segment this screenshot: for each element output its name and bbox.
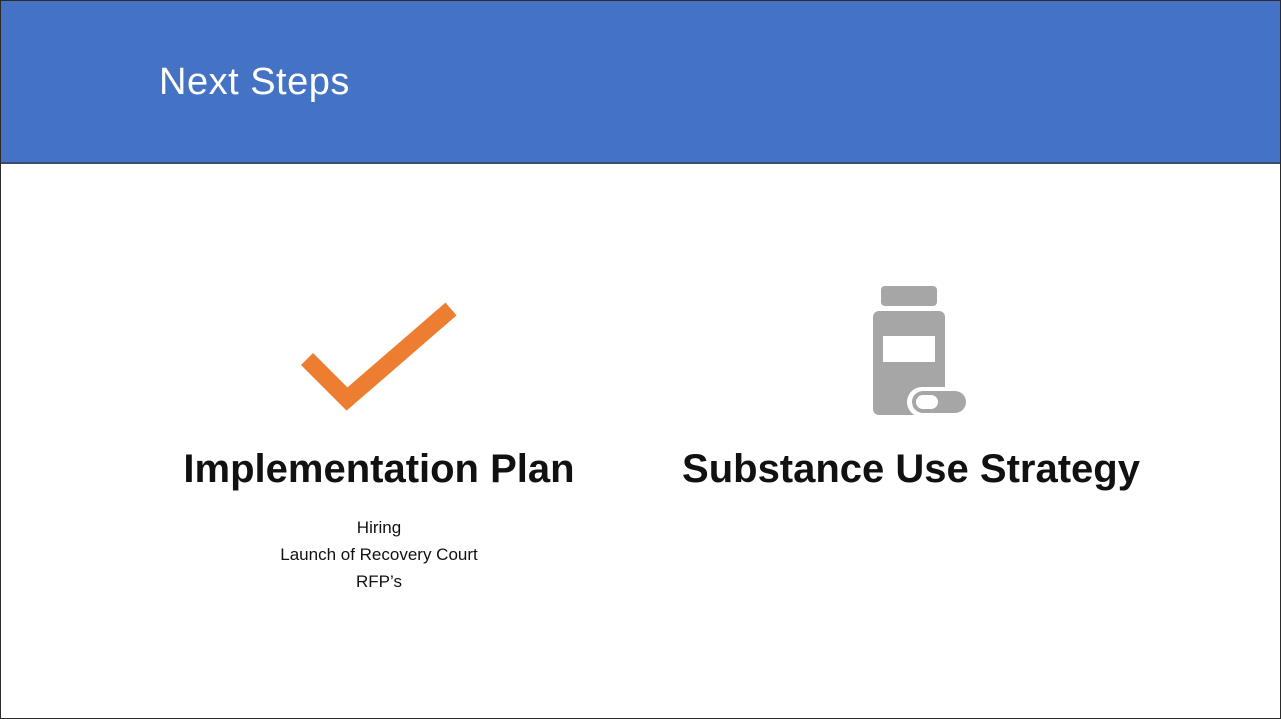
list-item: Launch of Recovery Court xyxy=(280,545,478,564)
substance-use-strategy-column: Substance Use Strategy xyxy=(651,281,1171,492)
title-bar: Next Steps xyxy=(1,1,1280,164)
list-item: Hiring xyxy=(356,518,402,537)
implementation-plan-list: Hiring Launch of Recovery Court RFP’s xyxy=(119,514,639,595)
slide: Next Steps Implementation Plan Hiring La… xyxy=(0,0,1281,719)
medicine-icon-container xyxy=(651,281,1171,421)
checkmark-icon xyxy=(300,302,457,411)
medicine-bottle-icon xyxy=(873,286,969,417)
implementation-plan-heading: Implementation Plan xyxy=(183,447,575,491)
list-item: RFP’s xyxy=(356,572,402,591)
substance-use-strategy-heading: Substance Use Strategy xyxy=(682,447,1140,491)
checkmark-icon-container xyxy=(119,281,639,421)
slide-title: Next Steps xyxy=(159,61,350,103)
implementation-plan-column: Implementation Plan Hiring Launch of Rec… xyxy=(119,281,639,595)
